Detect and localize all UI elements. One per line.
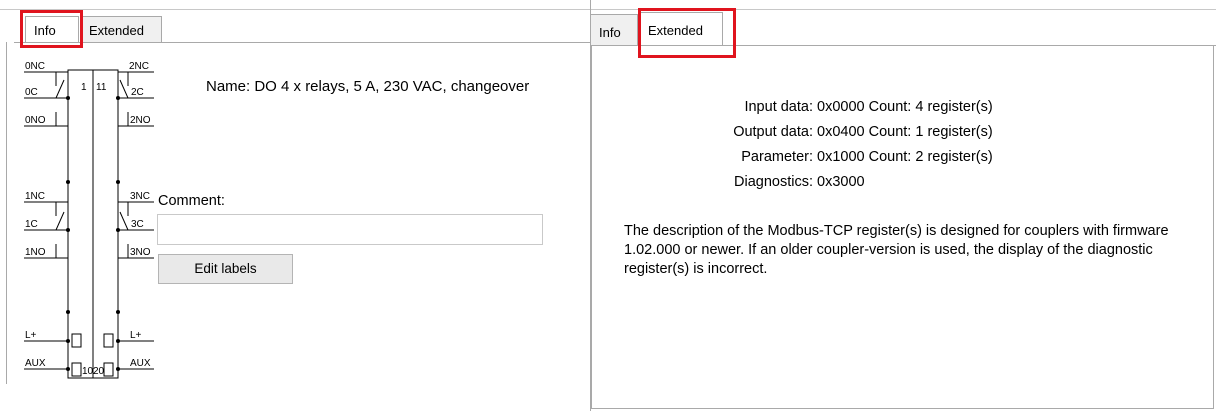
label-num-11: 11 bbox=[96, 82, 107, 93]
row-value: 0x3000 bbox=[817, 174, 865, 190]
terminal-diagram: 0NC 0C 0NO 1NC 1C 1NO L+ AUX 2NC 2C 2NO … bbox=[24, 61, 154, 379]
module-name: Name: DO 4 x relays, 5 A, 230 VAC, chang… bbox=[206, 78, 530, 95]
tab-info[interactable]: Info bbox=[25, 16, 79, 43]
label-1nc: 1NC bbox=[25, 191, 45, 202]
label-l-plus-left: L+ bbox=[25, 330, 37, 341]
row-value: 0x0000 Count: 4 register(s) bbox=[817, 99, 993, 115]
row-parameter: Parameter: 0x1000 Count: 2 register(s) bbox=[592, 149, 1192, 169]
row-key: Diagnostics: bbox=[734, 174, 813, 190]
panel-border bbox=[6, 42, 7, 384]
row-output-data: Output data: 0x0400 Count: 1 register(s) bbox=[592, 124, 1192, 144]
label-0nc: 0NC bbox=[25, 61, 45, 72]
row-key: Input data: bbox=[744, 99, 813, 115]
row-input-data: Input data: 0x0000 Count: 4 register(s) bbox=[592, 99, 1192, 119]
tab-strip-line bbox=[14, 42, 590, 43]
extended-content: Input data: 0x0000 Count: 4 register(s) … bbox=[591, 46, 1214, 409]
label-1no: 1NO bbox=[25, 247, 46, 258]
module-body-right bbox=[92, 69, 119, 379]
label-l-plus-right: L+ bbox=[130, 330, 142, 341]
label-3nc: 3NC bbox=[130, 191, 150, 202]
row-value: 0x1000 Count: 2 register(s) bbox=[817, 149, 993, 165]
row-key: Output data: bbox=[733, 124, 813, 140]
edit-labels-button[interactable]: Edit labels bbox=[158, 254, 293, 284]
label-num-20: 20 bbox=[93, 366, 105, 377]
label-2c: 2C bbox=[131, 87, 144, 98]
row-key: Parameter: bbox=[741, 149, 813, 165]
right-extended-panel: Info Extended Input data: 0x0000 Count: … bbox=[590, 0, 1216, 411]
label-3c: 3C bbox=[131, 219, 144, 230]
label-num-10: 10 bbox=[82, 366, 94, 377]
top-divider bbox=[0, 9, 590, 10]
label-3no: 3NO bbox=[130, 247, 151, 258]
tab-extended[interactable]: Extended bbox=[80, 16, 162, 42]
label-0no: 0NO bbox=[25, 115, 46, 126]
row-diagnostics: Diagnostics: 0x3000 bbox=[592, 174, 1192, 194]
label-2nc: 2NC bbox=[129, 61, 149, 72]
register-description: The description of the Modbus-TCP regist… bbox=[624, 223, 1169, 277]
label-aux-left: AUX bbox=[25, 358, 46, 369]
label-num-1: 1 bbox=[81, 82, 87, 93]
module-body bbox=[67, 69, 94, 379]
label-1c: 1C bbox=[25, 219, 38, 230]
comment-input[interactable] bbox=[157, 214, 543, 245]
label-2no: 2NO bbox=[130, 115, 151, 126]
left-info-panel: Info Extended 0NC 0C 0NO 1NC 1C 1NO L+ A… bbox=[0, 0, 590, 411]
row-value: 0x0400 Count: 1 register(s) bbox=[817, 124, 993, 140]
label-aux-right: AUX bbox=[130, 358, 151, 369]
top-divider-right bbox=[590, 9, 1216, 10]
label-0c: 0C bbox=[25, 87, 38, 98]
tab-extended-right[interactable]: Extended bbox=[639, 12, 723, 46]
tab-info-right[interactable]: Info bbox=[590, 14, 638, 46]
comment-label: Comment: bbox=[158, 193, 225, 209]
